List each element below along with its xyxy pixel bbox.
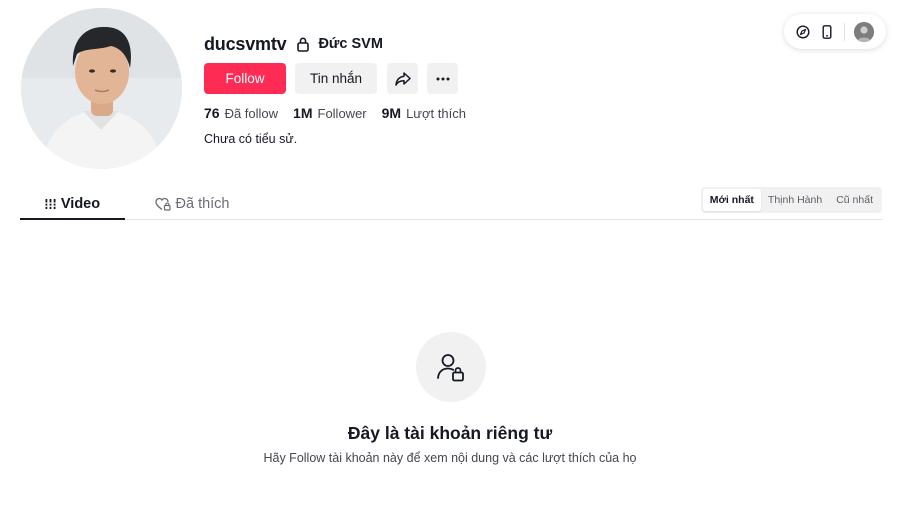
- heart-lock-icon: [154, 197, 171, 211]
- more-button[interactable]: [427, 63, 458, 94]
- profile-avatar: [21, 8, 182, 169]
- toolbar-divider: [844, 22, 845, 41]
- profile-photo: [21, 8, 182, 169]
- stats-row: 76 Đã follow 1M Follower 9M Lượt thích: [204, 105, 481, 121]
- tab-liked[interactable]: Đã thích: [132, 188, 252, 219]
- private-account-icon-wrap: [416, 332, 486, 402]
- grid-icon: [44, 198, 56, 210]
- stat-label: Đã follow: [224, 106, 279, 121]
- sort-oldest[interactable]: Cũ nhất: [829, 189, 880, 211]
- compass-icon[interactable]: [796, 24, 810, 39]
- sort-newest[interactable]: Mới nhất: [702, 189, 761, 211]
- stat-likes: 9M Lượt thích: [382, 105, 466, 121]
- tab-label: Đã thích: [175, 195, 230, 212]
- profile-info: ducsvmtv Đức SVM Follow Tin nhắn 76 Đã f…: [204, 32, 481, 146]
- stat-value: 1M: [293, 105, 313, 121]
- username: ducsvmtv: [204, 33, 287, 54]
- action-buttons: Follow Tin nhắn: [204, 63, 481, 94]
- bio-text: Chưa có tiểu sử.: [204, 132, 298, 146]
- tab-video[interactable]: Video: [20, 188, 125, 219]
- user-avatar[interactable]: [854, 21, 874, 42]
- share-icon: [394, 71, 411, 86]
- empty-state-subtitle: Hãy Follow tài khoản này để xem nội dung…: [263, 451, 637, 465]
- share-button[interactable]: [387, 63, 418, 94]
- lock-icon: [296, 36, 310, 52]
- tab-label: Video: [60, 195, 101, 212]
- top-right-toolbar: [784, 14, 886, 49]
- message-button[interactable]: Tin nhắn: [295, 63, 377, 94]
- phone-icon[interactable]: [820, 24, 834, 39]
- sort-popular[interactable]: Thịnh Hành: [761, 189, 829, 211]
- empty-state-title: Đây là tài khoản riêng tư: [347, 423, 553, 443]
- name-row: ducsvmtv Đức SVM: [204, 32, 481, 56]
- active-tab-indicator: [20, 218, 125, 220]
- stat-value: 76: [204, 105, 220, 121]
- stat-followers[interactable]: 1M Follower: [293, 105, 367, 121]
- nickname: Đức SVM: [318, 36, 383, 52]
- sort-control: Mới nhất Thịnh Hành Cũ nhất: [700, 187, 882, 213]
- stat-label: Follower: [317, 106, 367, 121]
- stat-value: 9M: [381, 105, 402, 121]
- follow-button[interactable]: Follow: [204, 63, 286, 94]
- stat-following[interactable]: 76 Đã follow: [204, 105, 278, 121]
- more-icon: [436, 77, 450, 81]
- stat-label: Lượt thích: [406, 106, 466, 121]
- user-lock-icon: [435, 351, 467, 383]
